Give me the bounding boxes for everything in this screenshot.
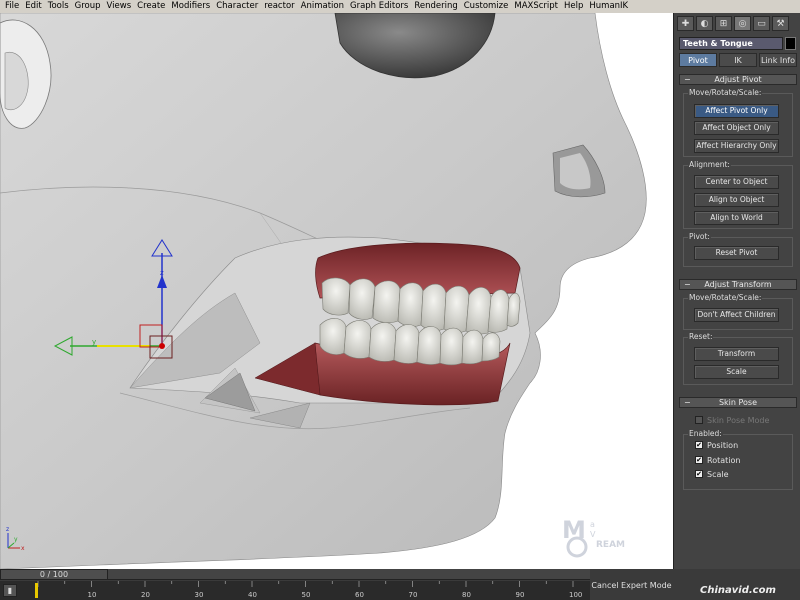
key-mode-icon[interactable]: ▮: [3, 584, 17, 597]
tab-ik[interactable]: IK: [719, 53, 757, 67]
rotation-checkbox[interactable]: ✔ Rotation: [695, 455, 741, 466]
affect-hierarchy-only-button[interactable]: Affect Hierarchy Only: [694, 139, 779, 153]
rollout-title: Adjust Transform: [704, 280, 772, 289]
group-label: Move/Rotate/Scale:: [688, 293, 763, 302]
position-checkbox[interactable]: ✔ Position: [695, 440, 739, 451]
hierarchy-subtabs: Pivot IK Link Info: [679, 53, 797, 67]
collapse-icon: −: [684, 75, 691, 84]
align-to-object-button[interactable]: Align to Object: [694, 193, 779, 207]
display-tab-icon[interactable]: ▭: [753, 16, 770, 31]
collapse-icon: −: [684, 280, 691, 289]
timeline-ruler: 10 20 30 40 50 60 70 80 90 100: [35, 581, 582, 599]
checkbox-box: [695, 415, 703, 424]
menu-item-maxscript[interactable]: MAXScript: [511, 0, 561, 13]
ruler-tick-label: 10: [88, 591, 97, 599]
utilities-tab-icon[interactable]: ⚒: [772, 16, 789, 31]
ruler-tick-label: 20: [141, 591, 150, 599]
tab-pivot[interactable]: Pivot: [679, 53, 717, 67]
chinavid-watermark: Chinavid.com: [700, 585, 776, 596]
menu-item-tools[interactable]: Tools: [45, 0, 72, 13]
collapse-icon: −: [684, 398, 691, 407]
bottom-bar: 0 / 100 10 20 30 40 50 60 70 80 90 100 ▮ Cancel E…: [0, 569, 800, 600]
hierarchy-tab-icon[interactable]: ⊞: [715, 16, 732, 31]
checkmark-icon: ✔: [695, 440, 703, 449]
checkmark-icon: ✔: [695, 469, 703, 478]
group-label: Reset:: [688, 332, 714, 341]
reset-pivot-button[interactable]: Reset Pivot: [694, 246, 779, 260]
dont-affect-children-button[interactable]: Don't Affect Children: [694, 308, 779, 322]
menu-item-help[interactable]: Help: [561, 0, 586, 13]
affect-pivot-only-button[interactable]: Affect Pivot Only: [694, 104, 779, 118]
center-to-object-button[interactable]: Center to Object: [694, 175, 779, 189]
reset-scale-button[interactable]: Scale: [694, 365, 779, 379]
tripod-z-label: z: [6, 526, 9, 533]
rollout-title: Adjust Pivot: [714, 75, 762, 84]
current-frame-marker[interactable]: [35, 583, 38, 598]
gizmo-z-label: z: [160, 269, 164, 277]
ruler-tick-label: 80: [462, 591, 471, 599]
menu-item-views[interactable]: Views: [104, 0, 135, 13]
checkbox-label: Rotation: [707, 456, 741, 465]
skin-pose-rollout-header[interactable]: − Skin Pose: [679, 397, 797, 408]
mavream-logo: M a V REAM: [562, 516, 625, 558]
object-name-field[interactable]: Teeth & Tongue: [679, 37, 783, 50]
group-label: Move/Rotate/Scale:: [688, 88, 763, 97]
ruler-tick-label: 100: [569, 591, 582, 599]
checkbox-label: Scale: [707, 470, 729, 479]
checkbox-label: Position: [707, 441, 739, 450]
ruler-tick-label: 40: [248, 591, 257, 599]
ruler-tick-label: 30: [195, 591, 204, 599]
group-label: Enabled:: [688, 429, 723, 438]
rollout-title: Skin Pose: [718, 398, 758, 407]
adjust-transform-rollout-header[interactable]: − Adjust Transform: [679, 279, 797, 290]
menu-item-create[interactable]: Create: [134, 0, 168, 13]
cancel-expert-mode-button[interactable]: Cancel Expert Mode: [590, 580, 673, 592]
menu-item-character[interactable]: Character: [213, 0, 261, 13]
skin-pose-mode-checkbox[interactable]: Skin Pose Mode: [695, 415, 770, 426]
svg-text:REAM: REAM: [596, 540, 625, 550]
menu-item-file[interactable]: File: [2, 0, 22, 13]
align-to-world-button[interactable]: Align to World: [694, 211, 779, 225]
scale-checkbox[interactable]: ✔ Scale: [695, 469, 729, 480]
menu-item-animation[interactable]: Animation: [298, 0, 347, 13]
menu-item-graph-editors[interactable]: Graph Editors: [347, 0, 411, 13]
menu-item-group[interactable]: Group: [72, 0, 104, 13]
command-panel: ✚ ◐ ⊞ ◎ ▭ ⚒ Teeth & Tongue Pivot IK Link…: [673, 13, 800, 569]
modify-tab-icon[interactable]: ◐: [696, 16, 713, 31]
tripod-x-label: x: [21, 545, 25, 552]
motion-tab-icon[interactable]: ◎: [734, 16, 751, 31]
menu-item-modifiers[interactable]: Modifiers: [168, 0, 213, 13]
viewport-scene: z y z x y M a V REAM: [0, 13, 647, 569]
tab-link-info[interactable]: Link Info: [759, 53, 797, 67]
create-tab-icon[interactable]: ✚: [677, 16, 694, 31]
group-label: Pivot:: [688, 232, 711, 241]
checkbox-label: Skin Pose Mode: [707, 416, 770, 425]
svg-text:a: a: [590, 520, 595, 529]
adjust-pivot-rollout-header[interactable]: − Adjust Pivot: [679, 74, 797, 85]
time-slider-thumb[interactable]: 0 / 100: [0, 569, 108, 580]
ruler-tick-label: 60: [355, 591, 364, 599]
group-label: Alignment:: [688, 160, 731, 169]
ruler-tick-label: 90: [516, 591, 525, 599]
ruler-tick-label: 50: [302, 591, 311, 599]
app-window: File Edit Tools Group Views Create Modifiers Ch…: [0, 0, 800, 600]
menu-item-reactor[interactable]: reactor: [261, 0, 297, 13]
svg-text:V: V: [590, 530, 596, 539]
gizmo-y-label: y: [92, 338, 96, 346]
tripod-y-label: y: [14, 536, 18, 543]
menu-item-rendering[interactable]: Rendering: [411, 0, 460, 13]
checkmark-icon: ✔: [695, 455, 703, 464]
menu-item-humanik[interactable]: HumanIK: [586, 0, 631, 13]
perspective-viewport[interactable]: z y z x y M a V REAM: [0, 13, 673, 569]
reset-transform-button[interactable]: Transform: [694, 347, 779, 361]
affect-object-only-button[interactable]: Affect Object Only: [694, 121, 779, 135]
menu-item-edit[interactable]: Edit: [22, 0, 44, 13]
object-color-swatch[interactable]: [785, 37, 796, 50]
ruler-tick-label: 70: [409, 591, 418, 599]
menu-bar: File Edit Tools Group Views Create Modifiers Ch…: [0, 0, 800, 13]
command-panel-tabs: ✚ ◐ ⊞ ◎ ▭ ⚒: [674, 13, 800, 33]
menu-item-customize[interactable]: Customize: [461, 0, 512, 13]
